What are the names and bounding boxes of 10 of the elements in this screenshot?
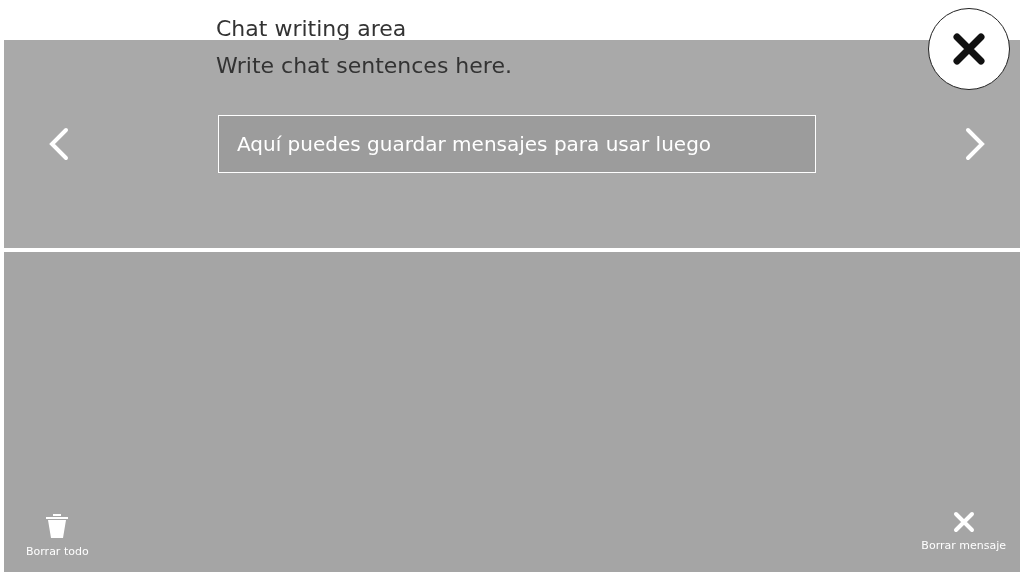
delete-button[interactable]: Borrar mensaje — [919, 509, 1008, 560]
tutorial-title: Chat writing area — [216, 15, 408, 43]
chevron-right-icon — [964, 127, 986, 161]
message-field[interactable]: Aquí puedes guardar mensajes para usar luego — [218, 115, 816, 173]
trash-icon — [44, 511, 71, 539]
close-icon — [952, 32, 986, 66]
chevron-left-icon — [48, 127, 70, 161]
delete-button[interactable]: Borrar todo — [24, 509, 91, 560]
tutorial-description: Write chat sentences here. — [216, 52, 512, 80]
close-icon — [952, 511, 975, 533]
